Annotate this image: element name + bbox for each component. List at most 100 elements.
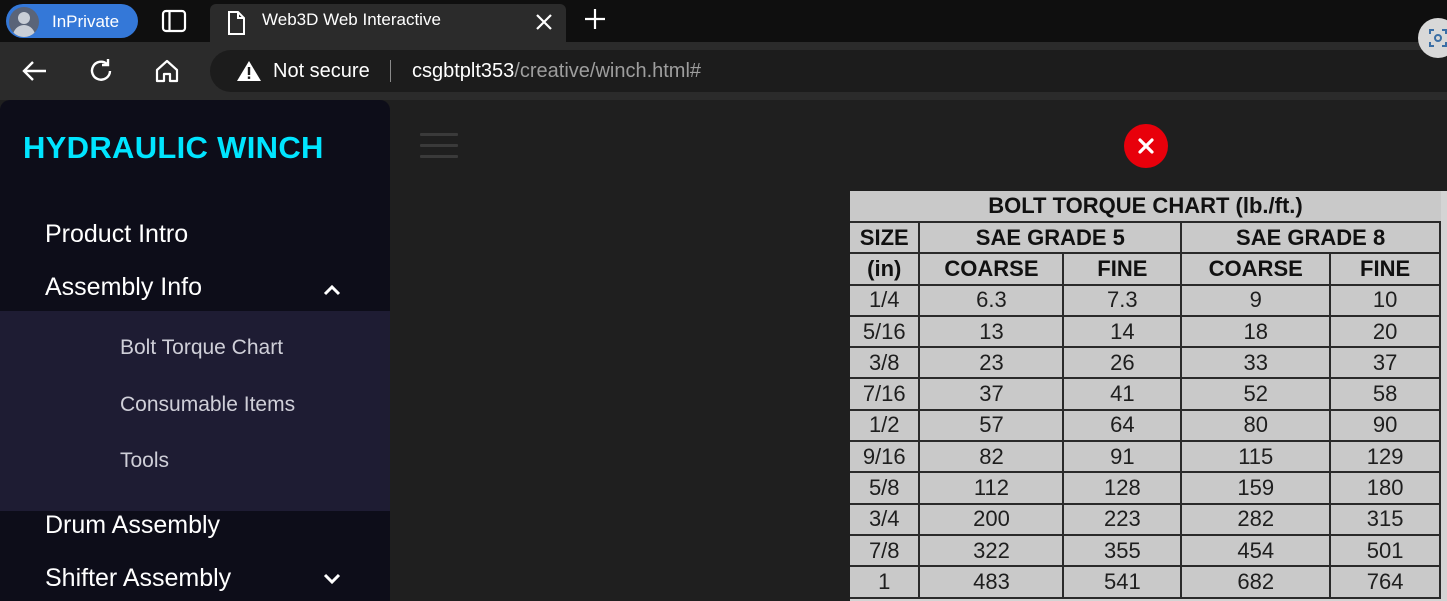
nav-item-product-intro[interactable]: Product Intro — [45, 220, 188, 249]
torque-rows: 1/4 6.3 7.3 9 10 5/16 13 14 18 20 3/8 23 26 33 37 7/16 3… — [850, 285, 1441, 599]
table-cell: 1/4 — [850, 285, 921, 317]
table-cell: 541 — [1064, 567, 1183, 599]
submenu-item-tools[interactable]: Tools — [120, 449, 169, 473]
table-cell: 128 — [1064, 473, 1183, 505]
brand-title: HYDRAULIC WINCH — [23, 130, 324, 165]
table-cell: 1 — [850, 567, 921, 599]
divider — [390, 60, 391, 82]
grade5-coarse-header: COARSE — [920, 254, 1065, 286]
inprivate-badge[interactable]: InPrivate — [6, 4, 138, 38]
url-path: /creative/winch.html# — [514, 60, 702, 82]
table-row: 7/8 322 355 454 501 — [850, 535, 1441, 568]
tab-actions-icon[interactable] — [160, 8, 188, 34]
inprivate-label: InPrivate — [52, 12, 120, 31]
profile-avatar-icon — [9, 7, 39, 37]
table-cell: 33 — [1182, 348, 1332, 380]
page-icon — [226, 10, 246, 41]
size-unit-header: (in) — [850, 254, 921, 286]
table-row: 1/4 6.3 7.3 9 10 — [850, 285, 1441, 317]
table-row: 9/16 82 91 115 129 — [850, 442, 1441, 474]
warning-icon[interactable] — [236, 60, 262, 87]
table-cell: 159 — [1182, 473, 1332, 505]
table-cell: 91 — [1064, 442, 1183, 474]
table-cell: 9/16 — [850, 442, 921, 474]
table-cell: 18 — [1182, 316, 1332, 349]
table-cell: 5/8 — [850, 473, 921, 505]
table-row: 1/2 57 64 80 90 — [850, 410, 1441, 443]
table-cell: 764 — [1331, 567, 1441, 599]
table-cell: 82 — [920, 442, 1065, 474]
menu-icon[interactable] — [420, 133, 458, 159]
table-cell: 682 — [1182, 567, 1332, 599]
table-cell: 223 — [1064, 504, 1183, 536]
main-content: BOLT TORQUE CHART (lb./ft.) SIZE SAE GRA… — [390, 100, 1447, 601]
close-tab-icon[interactable] — [532, 10, 556, 34]
table-cell: 115 — [1182, 442, 1332, 474]
close-icon[interactable] — [1124, 124, 1168, 168]
size-header: SIZE — [850, 223, 921, 255]
grade8-fine-header: FINE — [1331, 254, 1441, 286]
table-cell: 41 — [1064, 379, 1183, 411]
refresh-icon[interactable] — [86, 56, 116, 86]
table-row: 1 483 541 682 764 — [850, 567, 1441, 599]
submenu-item-bolt-torque-chart[interactable]: Bolt Torque Chart — [120, 336, 283, 360]
table-cell: 10 — [1331, 285, 1441, 317]
table-cell: 9 — [1182, 285, 1332, 317]
table-cell: 322 — [920, 535, 1065, 568]
grade5-header: SAE GRADE 5 — [920, 223, 1183, 255]
table-cell: 3/4 — [850, 504, 921, 536]
table-cell: 501 — [1331, 535, 1441, 568]
new-tab-icon[interactable] — [582, 6, 608, 32]
table-cell: 282 — [1182, 504, 1332, 536]
grade8-coarse-header: COARSE — [1182, 254, 1332, 286]
submenu-item-consumable-items[interactable]: Consumable Items — [120, 393, 295, 417]
table-cell: 6.3 — [920, 285, 1065, 317]
table-cell: 14 — [1064, 316, 1183, 349]
table-row: 5/8 112 128 159 180 — [850, 473, 1441, 505]
table-cell: 13 — [920, 316, 1065, 349]
back-arrow-icon[interactable] — [20, 56, 50, 86]
nav-item-assembly-info[interactable]: Assembly Info — [45, 273, 202, 302]
table-cell: 20 — [1331, 316, 1441, 349]
address-bar: Not secure csgbtplt353/creative/winch.ht… — [0, 42, 1447, 100]
table-cell: 52 — [1182, 379, 1332, 411]
tab-bar: InPrivate Web3D Web Interactive — [0, 0, 1447, 42]
table-cell: 26 — [1064, 348, 1183, 380]
table-cell: 1/2 — [850, 410, 921, 443]
screenshot-icon[interactable] — [1418, 18, 1447, 58]
nav-item-shifter-assembly[interactable]: Shifter Assembly — [45, 564, 231, 593]
torque-table: BOLT TORQUE CHART (lb./ft.) SIZE SAE GRA… — [850, 191, 1441, 599]
url-text[interactable]: csgbtplt353/creative/winch.html# — [412, 60, 701, 83]
table-cell: 58 — [1331, 379, 1441, 411]
table-cell: 80 — [1182, 410, 1332, 443]
sidebar: HYDRAULIC WINCH Product Intro Assembly I… — [0, 100, 390, 601]
nav-item-drum-assembly[interactable]: Drum Assembly — [45, 511, 220, 540]
chevron-up-icon[interactable] — [322, 281, 342, 301]
table-cell: 37 — [920, 379, 1065, 411]
assembly-submenu: Bolt Torque Chart Consumable Items Tools — [0, 311, 390, 511]
security-label[interactable]: Not secure — [273, 60, 370, 83]
table-row: 3/4 200 223 282 315 — [850, 504, 1441, 536]
table-cell: 7.3 — [1064, 285, 1183, 317]
chevron-down-icon[interactable] — [322, 568, 342, 588]
table-cell: 355 — [1064, 535, 1183, 568]
active-tab[interactable]: Web3D Web Interactive — [210, 4, 566, 42]
chart-title: BOLT TORQUE CHART (lb./ft.) — [850, 191, 1441, 223]
table-cell: 200 — [920, 504, 1065, 536]
table-cell: 64 — [1064, 410, 1183, 443]
grade8-header: SAE GRADE 8 — [1182, 223, 1441, 255]
table-cell: 37 — [1331, 348, 1441, 380]
table-cell: 3/8 — [850, 348, 921, 380]
table-cell: 315 — [1331, 504, 1441, 536]
table-row: 7/16 37 41 52 58 — [850, 379, 1441, 411]
table-cell: 57 — [920, 410, 1065, 443]
table-row: 5/16 13 14 18 20 — [850, 316, 1441, 349]
table-cell: 7/16 — [850, 379, 921, 411]
home-icon[interactable] — [152, 56, 182, 86]
bolt-torque-chart: BOLT TORQUE CHART (lb./ft.) SIZE SAE GRA… — [850, 191, 1447, 601]
table-cell: 23 — [920, 348, 1065, 380]
table-cell: 5/16 — [850, 316, 921, 349]
url-host: csgbtplt353 — [412, 60, 515, 82]
table-cell: 483 — [920, 567, 1065, 599]
url-field[interactable]: Not secure csgbtplt353/creative/winch.ht… — [210, 50, 1447, 92]
